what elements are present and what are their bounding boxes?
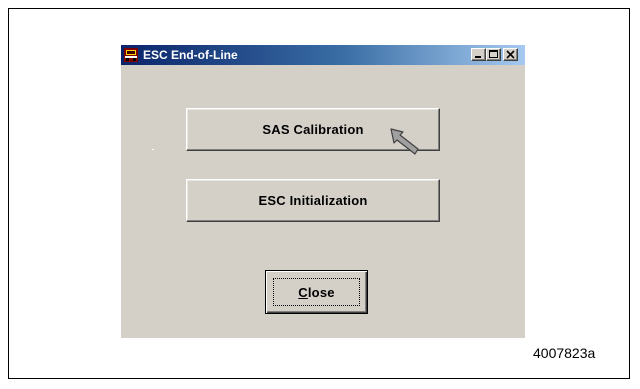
sas-calibration-label: SAS Calibration bbox=[262, 122, 364, 137]
esc-app-icon[interactable] bbox=[124, 48, 138, 62]
maximize-icon bbox=[489, 50, 498, 58]
esc-end-of-line-window: ESC End-of-Line SAS Calibration ESC Init… bbox=[121, 45, 525, 338]
arrow-cursor-icon bbox=[390, 128, 419, 155]
close-button[interactable]: Close bbox=[265, 270, 368, 314]
close-mnemonic: C bbox=[298, 284, 308, 300]
minimize-icon bbox=[475, 56, 481, 58]
stray-pixel bbox=[152, 149, 154, 150]
figure-id: 4007823a bbox=[533, 345, 596, 361]
close-label: Close bbox=[298, 285, 334, 300]
close-icon bbox=[506, 50, 515, 59]
esc-initialization-button[interactable]: ESC Initialization bbox=[186, 179, 440, 222]
close-label-rest: lose bbox=[307, 284, 335, 300]
close-window-button[interactable] bbox=[503, 48, 518, 61]
minimize-button[interactable] bbox=[471, 48, 486, 61]
esc-initialization-label: ESC Initialization bbox=[258, 193, 368, 208]
maximize-button[interactable] bbox=[486, 48, 501, 61]
window-title: ESC End-of-Line bbox=[143, 48, 238, 62]
title-bar[interactable]: ESC End-of-Line bbox=[121, 45, 525, 65]
